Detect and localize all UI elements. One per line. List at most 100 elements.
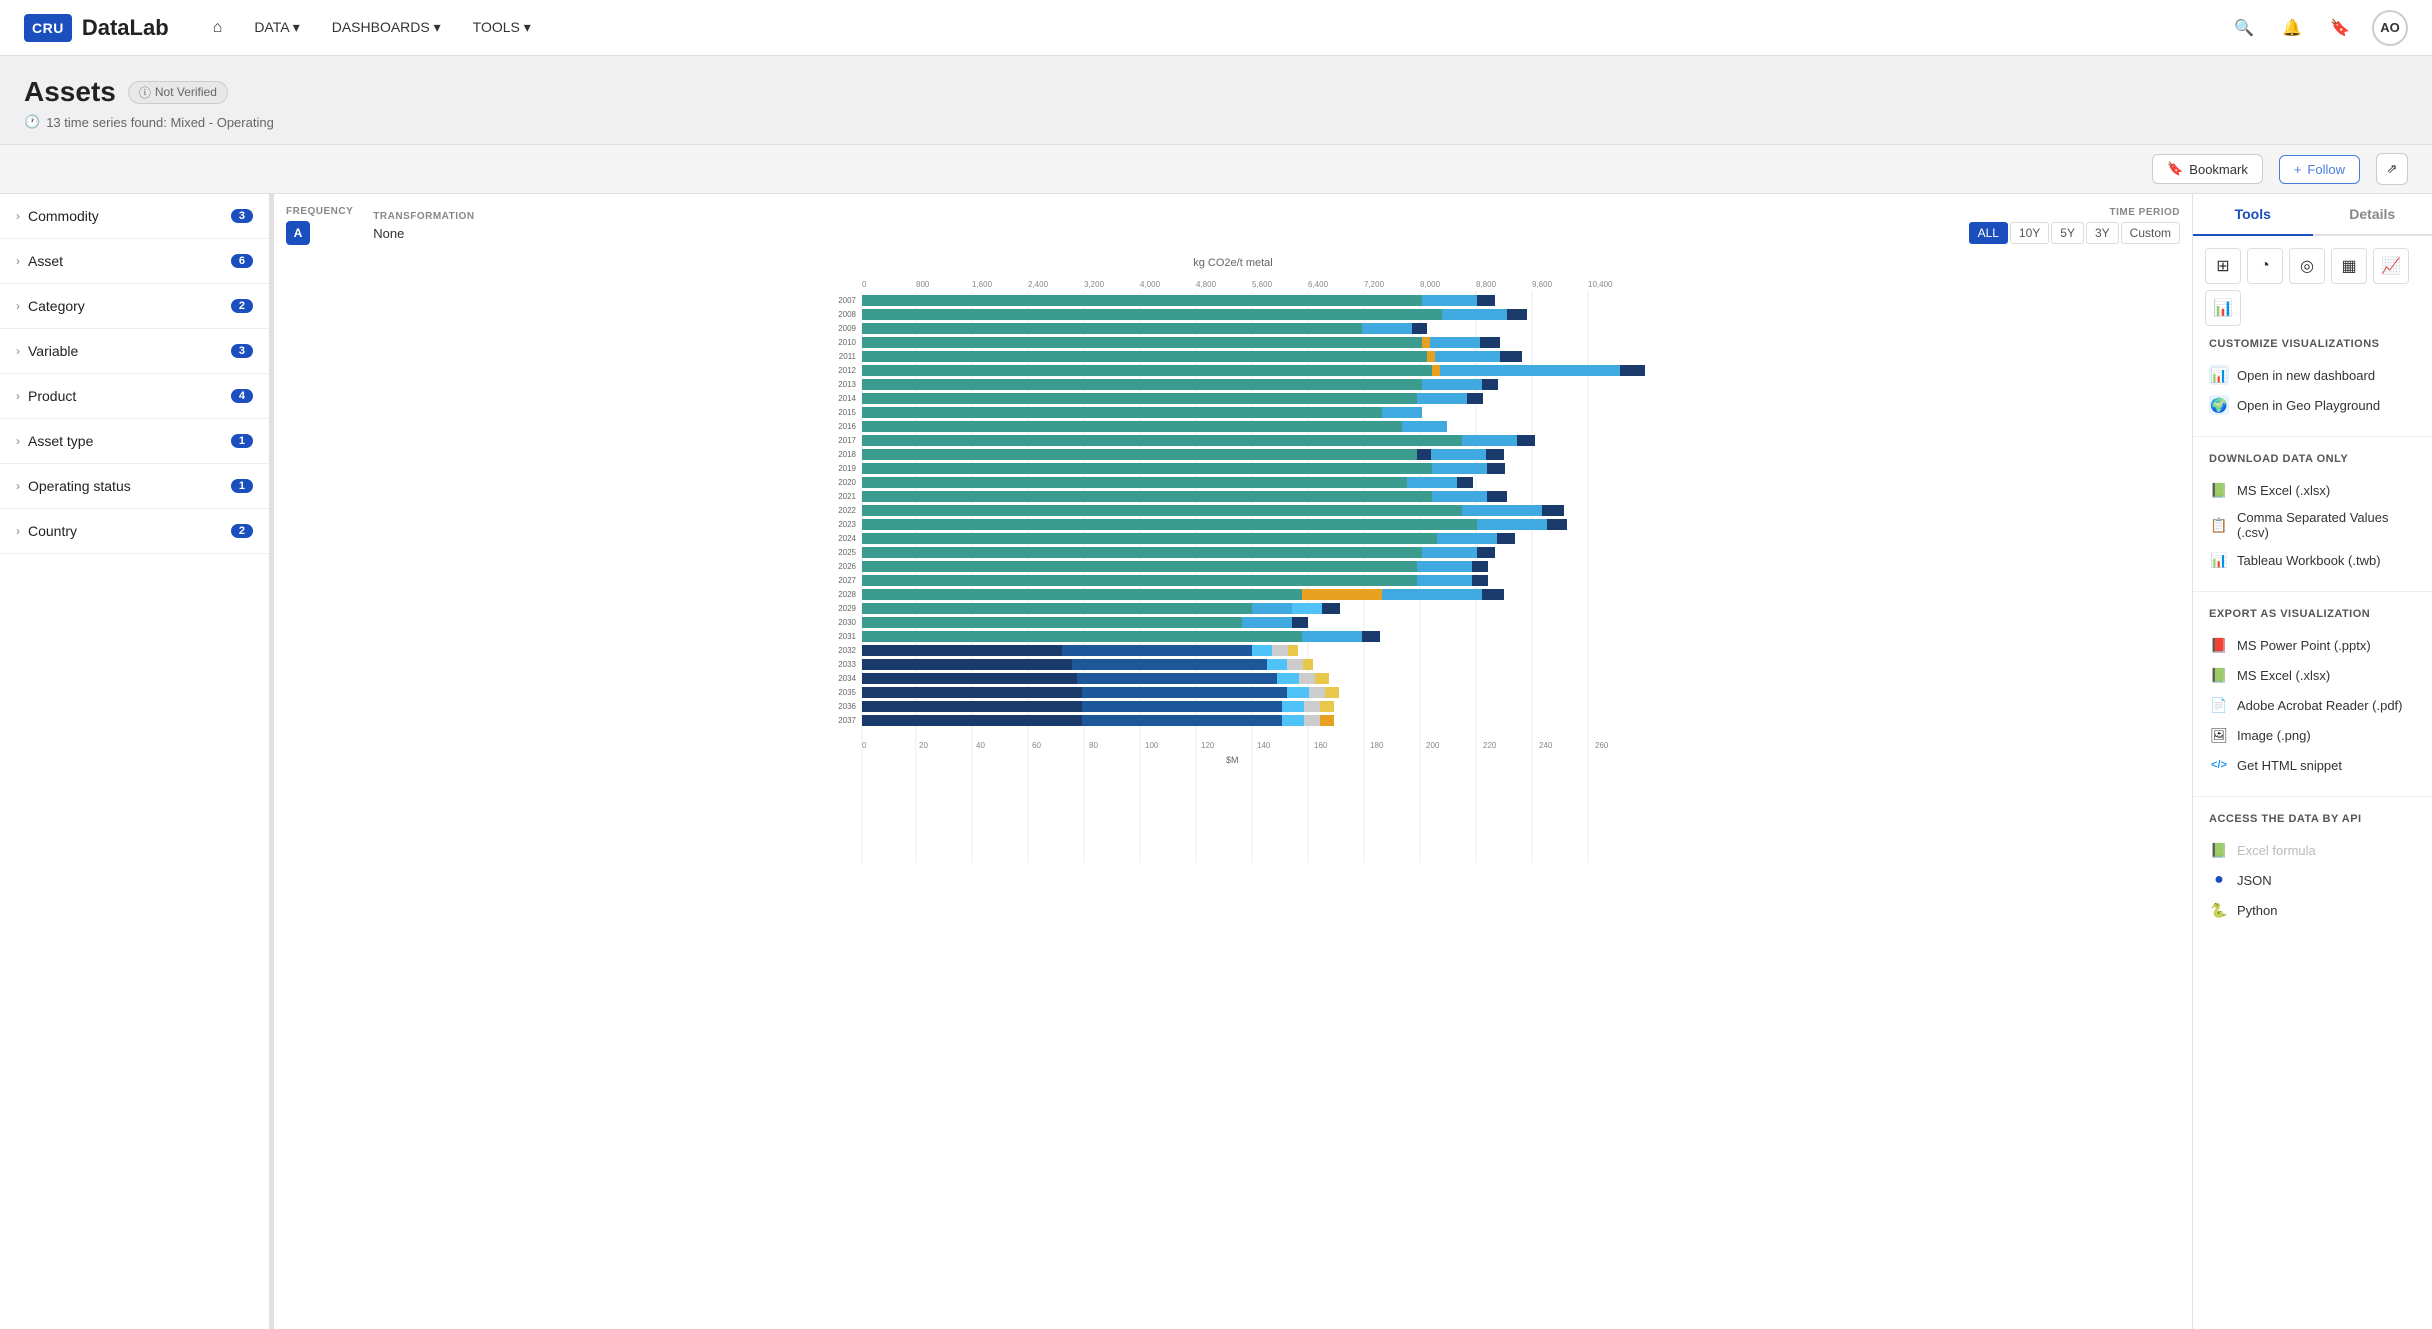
bell-icon[interactable]: 🔔 [2276, 12, 2308, 44]
svg-text:2024: 2024 [838, 534, 856, 543]
formula-icon: 📗 [2209, 840, 2229, 860]
svg-text:2016: 2016 [838, 422, 856, 431]
customize-section: CUSTOMIZE VISUALIZATIONS 📊 Open in new d… [2193, 326, 2432, 432]
svg-text:7,200: 7,200 [1364, 280, 1385, 289]
filter-variable[interactable]: › Variable 3 [0, 329, 269, 374]
chevron-right-icon: › [16, 434, 20, 448]
vis-line-icon[interactable]: 📈 [2373, 248, 2409, 284]
export-html[interactable]: </> Get HTML snippet [2209, 750, 2416, 780]
svg-text:2010: 2010 [838, 338, 856, 347]
svg-text:2027: 2027 [838, 576, 856, 585]
filter-asset[interactable]: › Asset 6 [0, 239, 269, 284]
svg-text:2030: 2030 [838, 618, 856, 627]
logo[interactable]: CRU DataLab [24, 14, 169, 42]
vis-bar-icon[interactable]: ▦ [2331, 248, 2367, 284]
tab-details[interactable]: Details [2313, 194, 2432, 236]
open-geo-playground[interactable]: 🌍 Open in Geo Playground [2209, 390, 2416, 420]
filter-commodity[interactable]: › Commodity 3 [0, 194, 269, 239]
transformation-label: TRANSFORMATION [373, 211, 474, 222]
svg-text:2031: 2031 [838, 632, 856, 641]
api-json[interactable]: ● JSON [2209, 865, 2416, 895]
search-icon[interactable]: 🔍 [2228, 12, 2260, 44]
transformation-value: None [373, 226, 474, 241]
export-pdf[interactable]: 📄 Adobe Acrobat Reader (.pdf) [2209, 690, 2416, 720]
svg-text:80: 80 [1089, 741, 1098, 750]
svg-text:140: 140 [1257, 741, 1271, 750]
export-png[interactable]: 🖼 Image (.png) [2209, 720, 2416, 750]
svg-text:5,600: 5,600 [1252, 280, 1273, 289]
svg-text:20: 20 [919, 741, 928, 750]
follow-button[interactable]: + Follow [2279, 155, 2360, 184]
chart-controls: FREQUENCY A TRANSFORMATION None TIME PER… [286, 206, 2180, 245]
svg-text:180: 180 [1370, 741, 1384, 750]
chevron-right-icon: › [16, 389, 20, 403]
bookmark-button[interactable]: 🔖 Bookmark [2152, 154, 2263, 184]
image-icon: 🖼 [2209, 725, 2229, 745]
download-excel[interactable]: 📗 MS Excel (.xlsx) [2209, 475, 2416, 505]
svg-text:2035: 2035 [838, 688, 856, 697]
clock-icon: 🕐 [24, 114, 40, 130]
download-title: DOWNLOAD DATA ONLY [2209, 453, 2416, 465]
geo-icon: 🌍 [2209, 395, 2229, 415]
svg-text:260: 260 [1595, 741, 1609, 750]
filter-category[interactable]: › Category 2 [0, 284, 269, 329]
vis-donut-icon[interactable]: ◎ [2289, 248, 2325, 284]
svg-text:160: 160 [1314, 741, 1328, 750]
api-title: ACCESS THE DATA BY API [2209, 813, 2416, 825]
filter-operating-status[interactable]: › Operating status 1 [0, 464, 269, 509]
svg-text:800: 800 [916, 280, 930, 289]
share-button[interactable]: ⇗ [2376, 153, 2408, 185]
svg-text:3,200: 3,200 [1084, 280, 1105, 289]
svg-text:2025: 2025 [838, 548, 856, 557]
bar-chart: 0 800 1,600 2,400 3,200 4,000 4,800 5,60… [322, 273, 2180, 893]
avatar[interactable]: AO [2372, 10, 2408, 46]
svg-text:4,000: 4,000 [1140, 280, 1161, 289]
logo-box: CRU [24, 14, 72, 42]
tp-3y[interactable]: 3Y [2086, 222, 2119, 244]
svg-text:2033: 2033 [838, 660, 856, 669]
page-title: Assets [24, 76, 116, 108]
svg-text:$M: $M [1226, 755, 1239, 765]
main-content: › Commodity 3 › Asset 6 › Category 2 › V… [0, 194, 2432, 1329]
not-verified-badge: ⓘ Not Verified [128, 81, 228, 104]
svg-text:0: 0 [862, 280, 867, 289]
download-tableau[interactable]: 📊 Tableau Workbook (.twb) [2209, 545, 2416, 575]
frequency-badge[interactable]: A [286, 221, 310, 245]
sidebar: › Commodity 3 › Asset 6 › Category 2 › V… [0, 194, 270, 1329]
export-title: EXPORT AS VISUALIZATION [2209, 608, 2416, 620]
nav-home[interactable]: ⌂ [201, 11, 235, 45]
download-csv[interactable]: 📋 Comma Separated Values (.csv) [2209, 505, 2416, 545]
svg-text:2013: 2013 [838, 380, 856, 389]
api-python[interactable]: 🐍 Python [2209, 895, 2416, 925]
export-excel[interactable]: 📗 MS Excel (.xlsx) [2209, 660, 2416, 690]
tp-5y[interactable]: 5Y [2051, 222, 2084, 244]
bookmark-nav-icon[interactable]: 🔖 [2324, 12, 2356, 44]
vis-grid-icon[interactable]: ⊞ [2205, 248, 2241, 284]
svg-text:2020: 2020 [838, 478, 856, 487]
nav-data[interactable]: DATA ▾ [242, 11, 311, 44]
tp-10y[interactable]: 10Y [2010, 222, 2049, 244]
api-excel-formula[interactable]: 📗 Excel formula [2209, 835, 2416, 865]
pdf-icon: 📄 [2209, 695, 2229, 715]
svg-text:9,600: 9,600 [1532, 280, 1553, 289]
vis-pie-icon[interactable]: ◔ [2247, 248, 2283, 284]
chevron-right-icon: › [16, 344, 20, 358]
action-bar: 🔖 Bookmark + Follow ⇗ [0, 145, 2432, 194]
share-icon: ⇗ [2387, 161, 2398, 177]
chevron-right-icon: › [16, 479, 20, 493]
app-name: DataLab [82, 15, 169, 41]
open-new-dashboard[interactable]: 📊 Open in new dashboard [2209, 360, 2416, 390]
tp-all[interactable]: ALL [1969, 222, 2008, 244]
nav-tools[interactable]: TOOLS ▾ [461, 11, 543, 44]
filter-country[interactable]: › Country 2 [0, 509, 269, 554]
vis-combo-icon[interactable]: 📊 [2205, 290, 2241, 326]
tab-tools[interactable]: Tools [2193, 194, 2313, 236]
excel-icon: 📗 [2209, 480, 2229, 500]
navbar: CRU DataLab ⌂ DATA ▾ DASHBOARDS ▾ TOOLS … [0, 0, 2432, 56]
export-pptx[interactable]: 📕 MS Power Point (.pptx) [2209, 630, 2416, 660]
svg-text:2022: 2022 [838, 506, 856, 515]
tp-custom[interactable]: Custom [2121, 222, 2180, 244]
filter-product[interactable]: › Product 4 [0, 374, 269, 419]
filter-asset-type[interactable]: › Asset type 1 [0, 419, 269, 464]
nav-dashboards[interactable]: DASHBOARDS ▾ [320, 11, 453, 44]
